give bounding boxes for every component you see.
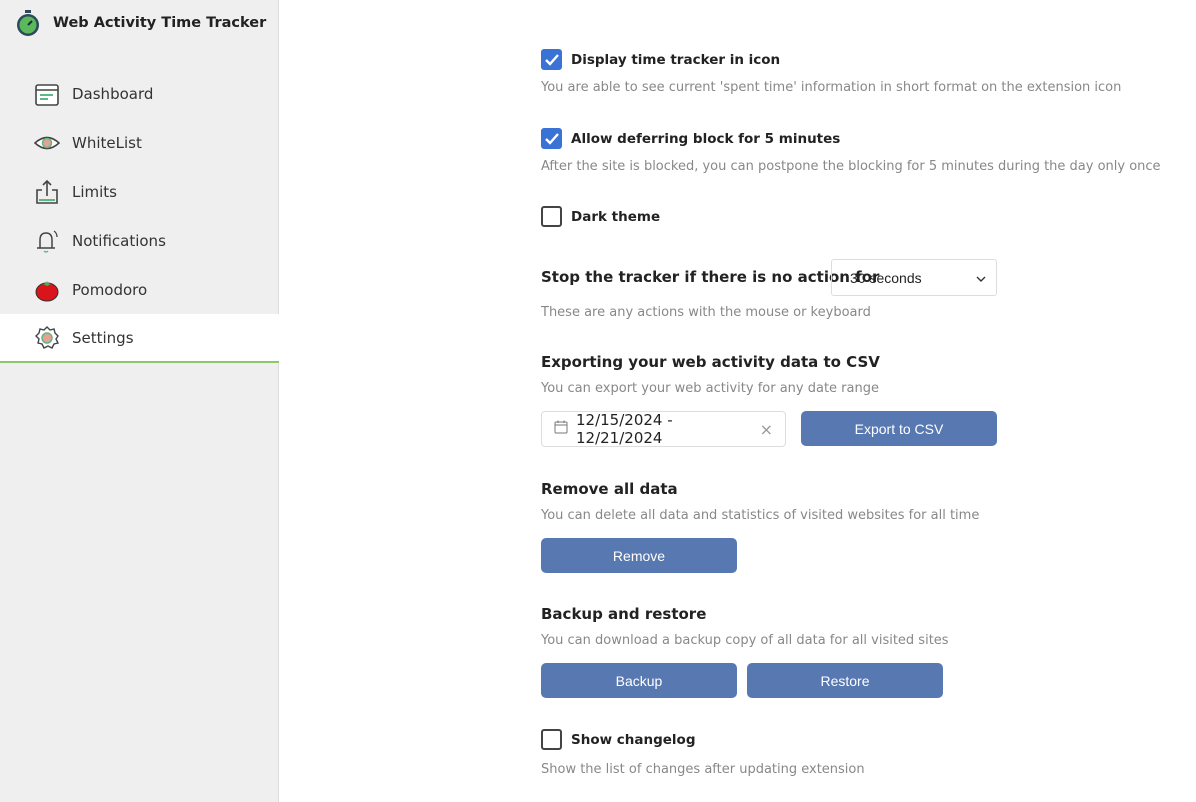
sidebar-item-whitelist[interactable]: WhiteList xyxy=(0,118,279,167)
stopwatch-icon xyxy=(17,10,39,36)
upload-icon xyxy=(34,179,60,205)
sidebar-item-pomodoro[interactable]: Pomodoro xyxy=(0,265,279,314)
stop-tracker-label: Stop the tracker if there is no action f… xyxy=(541,268,880,286)
bell-icon xyxy=(34,228,60,254)
display-icon-label: Display time tracker in icon xyxy=(571,51,781,68)
dark-theme-option[interactable]: Dark theme xyxy=(541,206,660,227)
gear-icon xyxy=(34,325,60,351)
remove-title: Remove all data xyxy=(541,480,678,498)
backup-desc: You can download a backup copy of all da… xyxy=(541,633,949,648)
sidebar-item-label: Notifications xyxy=(72,231,166,250)
brand: Web Activity Time Tracker xyxy=(14,9,266,37)
sidebar-item-label: Limits xyxy=(72,182,117,201)
eye-icon xyxy=(34,130,60,156)
sidebar-nav: Dashboard WhiteList Limits Notifications… xyxy=(0,69,279,363)
clear-icon[interactable]: × xyxy=(760,420,773,439)
dark-theme-label: Dark theme xyxy=(571,208,661,225)
sidebar-item-label: Dashboard xyxy=(72,84,154,103)
export-title: Exporting your web activity data to CSV xyxy=(541,353,880,371)
calendar-icon xyxy=(554,420,568,438)
sidebar-item-label: Pomodoro xyxy=(72,280,148,299)
date-range-value: 12/15/2024 - 12/21/2024 xyxy=(576,411,673,447)
defer-label: Allow deferring block for 5 minutes xyxy=(571,130,841,147)
export-desc: You can export your web activity for any… xyxy=(541,381,879,396)
sidebar-item-notifications[interactable]: Notifications xyxy=(0,216,279,265)
date-range-picker[interactable]: 12/15/2024 - 12/21/2024 × xyxy=(541,411,786,447)
tomato-icon xyxy=(34,277,60,303)
chevron-down-icon xyxy=(976,270,986,286)
defer-option[interactable]: Allow deferring block for 5 minutes xyxy=(541,128,840,149)
display-icon-option[interactable]: Display time tracker in icon xyxy=(541,49,780,70)
changelog-option[interactable]: Show changelog xyxy=(541,729,696,750)
remove-button[interactable]: Remove xyxy=(541,538,737,573)
backup-title: Backup and restore xyxy=(541,605,707,623)
sidebar-item-label: Settings xyxy=(72,328,134,347)
sidebar-item-settings[interactable]: Settings xyxy=(0,314,279,363)
remove-desc: You can delete all data and statistics o… xyxy=(541,508,980,523)
export-csv-button[interactable]: Export to CSV xyxy=(801,411,997,446)
stop-tracker-desc: These are any actions with the mouse or … xyxy=(541,305,871,320)
defer-checkbox[interactable] xyxy=(541,128,562,149)
display-icon-checkbox[interactable] xyxy=(541,49,562,70)
sidebar: Web Activity Time Tracker Dashboard Whit… xyxy=(0,0,279,802)
sidebar-item-label: WhiteList xyxy=(72,133,142,152)
dark-theme-checkbox[interactable] xyxy=(541,206,562,227)
defer-desc: After the site is blocked, you can postp… xyxy=(541,159,1161,174)
changelog-desc: Show the list of changes after updating … xyxy=(541,762,865,777)
sidebar-item-dashboard[interactable]: Dashboard xyxy=(0,69,279,118)
restore-button[interactable]: Restore xyxy=(747,663,943,698)
changelog-checkbox[interactable] xyxy=(541,729,562,750)
app-title: Web Activity Time Tracker xyxy=(53,15,267,31)
calendar-icon xyxy=(34,81,60,107)
changelog-label: Show changelog xyxy=(571,731,696,748)
inactivity-timeout-select[interactable]: 30 seconds xyxy=(831,259,997,296)
sidebar-item-limits[interactable]: Limits xyxy=(0,167,279,216)
select-value: 30 seconds xyxy=(850,269,922,286)
backup-button[interactable]: Backup xyxy=(541,663,737,698)
display-icon-desc: You are able to see current 'spent time'… xyxy=(541,80,1122,95)
